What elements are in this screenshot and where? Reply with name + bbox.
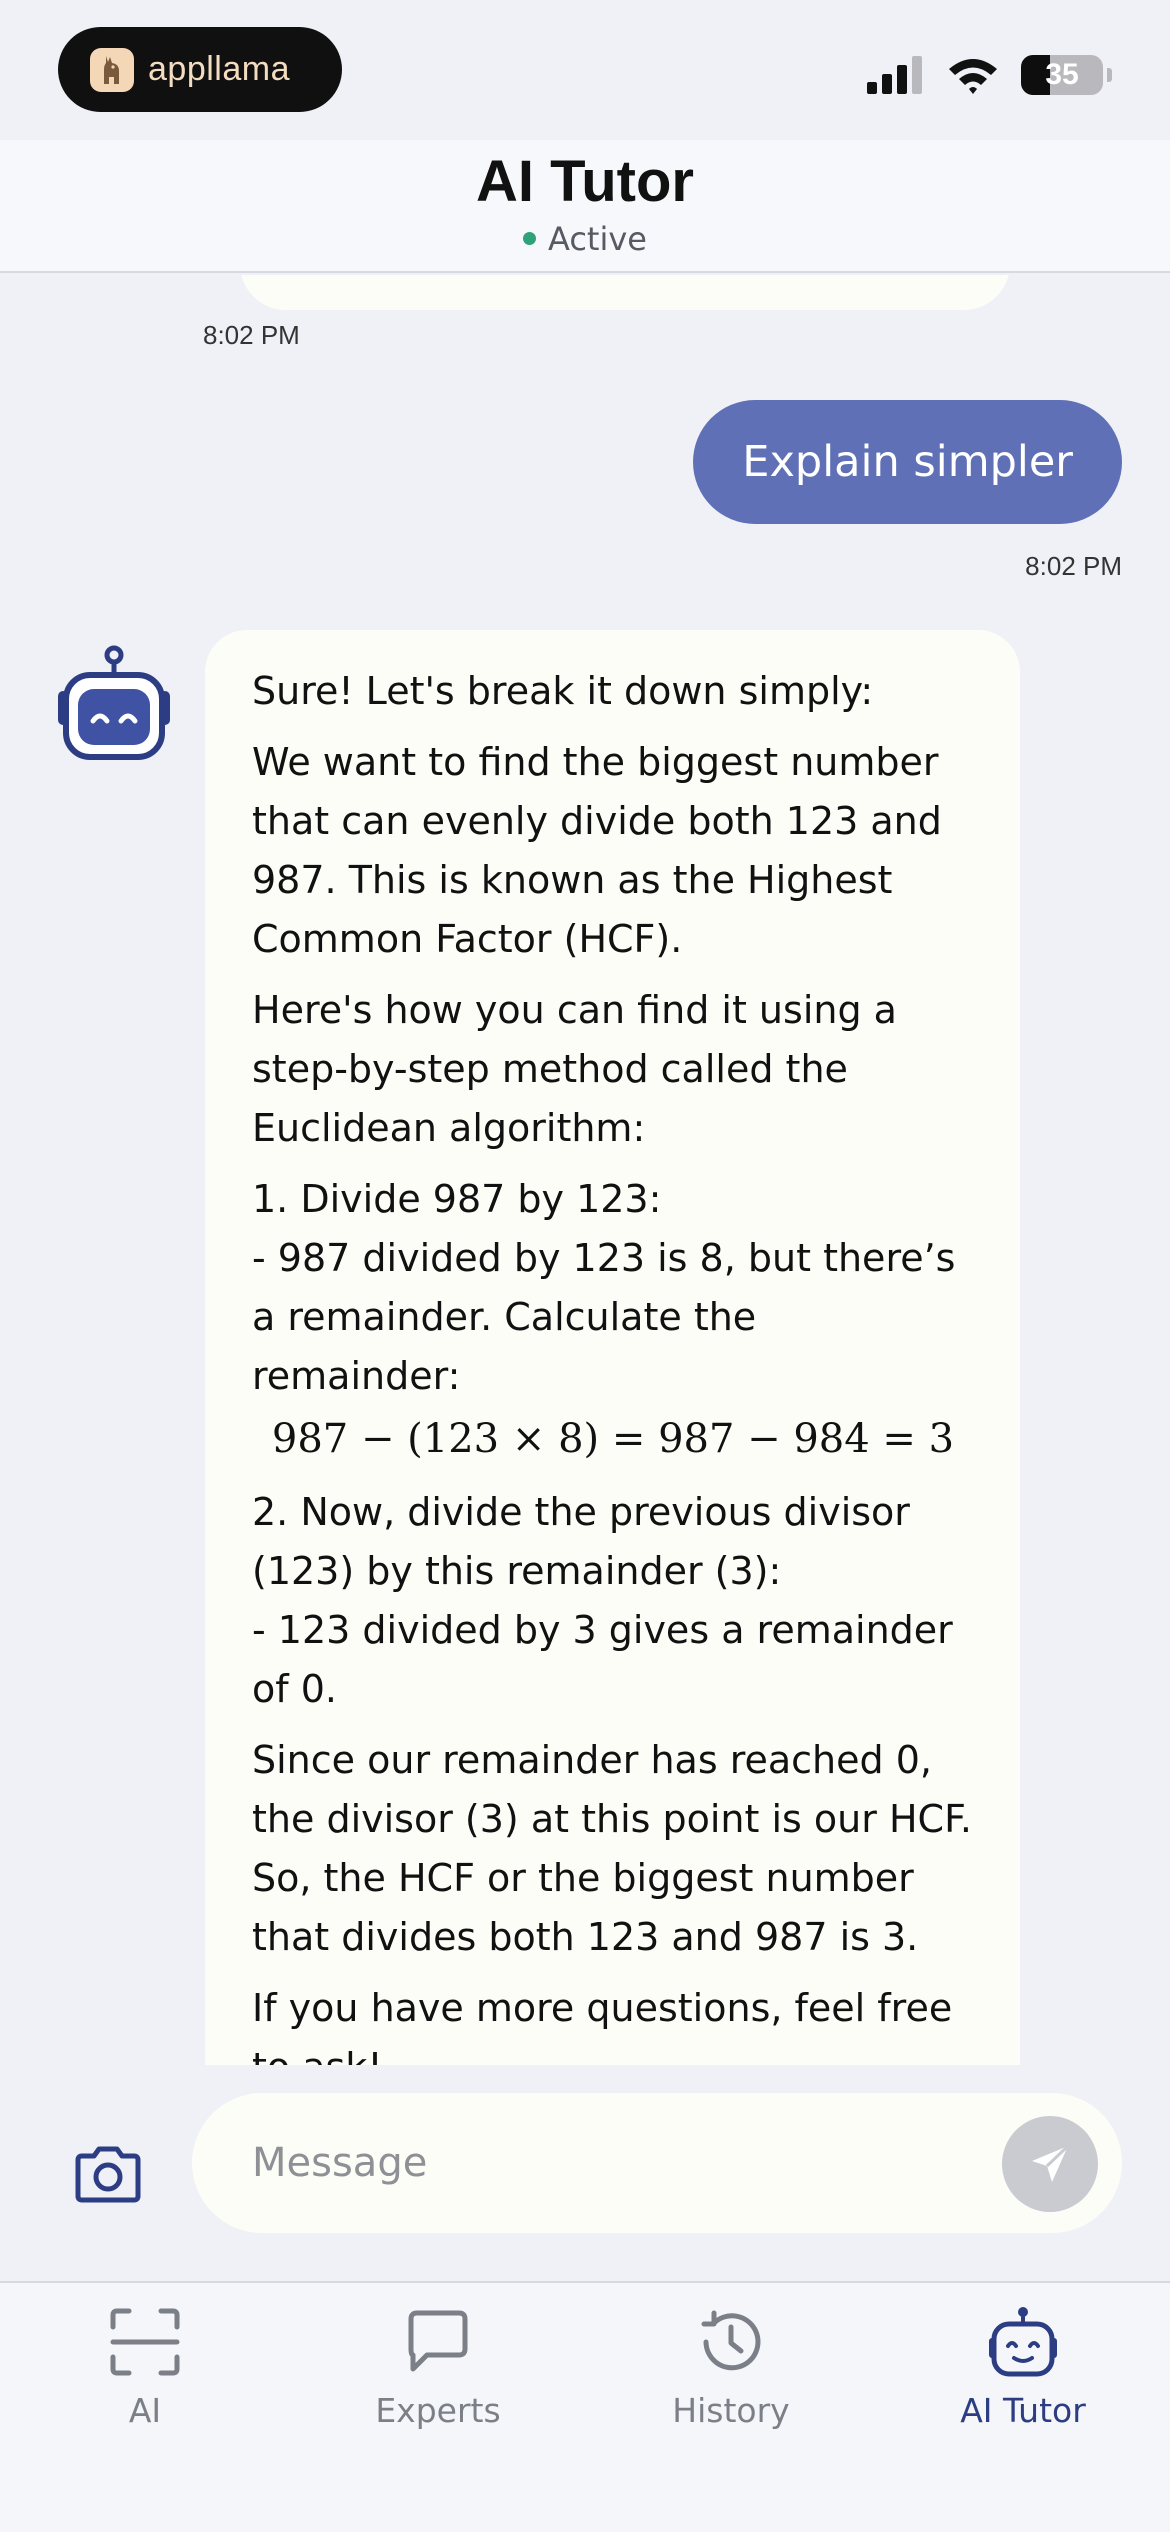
wifi-icon: [949, 59, 997, 94]
robot-icon: [913, 2303, 1133, 2381]
bot-message-paragraph: Here's how you can find it using a step-…: [252, 988, 897, 1150]
send-icon: [1032, 2144, 1070, 2182]
send-button[interactable]: [1002, 2116, 1098, 2212]
chat-header: AI Tutor Active: [0, 140, 1170, 273]
app-badge[interactable]: appllama: [58, 27, 342, 112]
bot-message-paragraph: If you have more questions, feel free to…: [252, 1986, 953, 2065]
bottom-tab-bar: AI Experts History AI Tutor: [0, 2281, 1170, 2532]
camera-button[interactable]: [72, 2144, 144, 2204]
status-icons: 35: [867, 50, 1112, 100]
camera-icon: [75, 2146, 141, 2203]
step-detail: - 123 divided by 3 gives a remainder of …: [252, 1608, 953, 1711]
message-timestamp: 8:02 PM: [203, 320, 300, 350]
math-equation: 987 − (123 × 8) = 987 − 984 = 3: [271, 1416, 955, 1462]
active-dot-icon: [523, 232, 536, 246]
user-message-text: Explain simpler: [742, 437, 1073, 487]
brand-name: appllama: [148, 50, 290, 88]
robot-avatar-icon: [52, 645, 176, 767]
battery-indicator: 35: [1021, 55, 1103, 95]
tab-label: Experts: [375, 2391, 501, 2430]
chat-thread[interactable]: 8:02 PM Explain simpler 8:02 PM Sure! Le…: [0, 275, 1170, 2065]
tab-history[interactable]: History: [621, 2303, 841, 2430]
previous-bot-message: [240, 275, 1010, 310]
bot-message-paragraph: Sure! Let's break it down simply:: [252, 669, 874, 713]
step-title: 1. Divide 987 by 123:: [252, 1177, 662, 1221]
bot-message-paragraph: Since our remainder has reached 0, the d…: [252, 1738, 972, 1841]
bot-message-paragraph: We want to find the biggest number that …: [252, 740, 942, 961]
message-composer: [192, 2093, 1122, 2233]
cellular-signal-icon: [867, 56, 922, 94]
scan-icon: [35, 2303, 255, 2381]
presence-label: Active: [548, 219, 647, 258]
chat-bubble-icon: [328, 2303, 548, 2381]
presence-status: Active: [0, 220, 1170, 258]
step-detail: - 987 divided by 123 is 8, but there’s a…: [252, 1236, 956, 1398]
bot-message-paragraph: So, the HCF or the biggest number that d…: [252, 1856, 919, 1959]
bot-message-bubble[interactable]: Sure! Let's break it down simply: We wan…: [205, 630, 1020, 2065]
tab-label: AI Tutor: [960, 2391, 1086, 2430]
llama-logo-icon: [90, 47, 134, 92]
user-message-bubble[interactable]: Explain simpler: [693, 400, 1122, 524]
tab-experts[interactable]: Experts: [328, 2303, 548, 2430]
tab-ai-tutor[interactable]: AI Tutor: [913, 2303, 1133, 2430]
battery-level: 35: [1045, 58, 1079, 91]
tab-label: History: [672, 2391, 790, 2430]
message-input[interactable]: [252, 2093, 972, 2233]
message-timestamp: 8:02 PM: [1025, 551, 1122, 581]
history-clock-icon: [621, 2303, 841, 2381]
tab-ai[interactable]: AI: [35, 2303, 255, 2430]
step-title: 2. Now, divide the previous divisor (123…: [252, 1490, 910, 1593]
tab-label: AI: [128, 2391, 162, 2430]
page-title: AI Tutor: [476, 149, 694, 214]
